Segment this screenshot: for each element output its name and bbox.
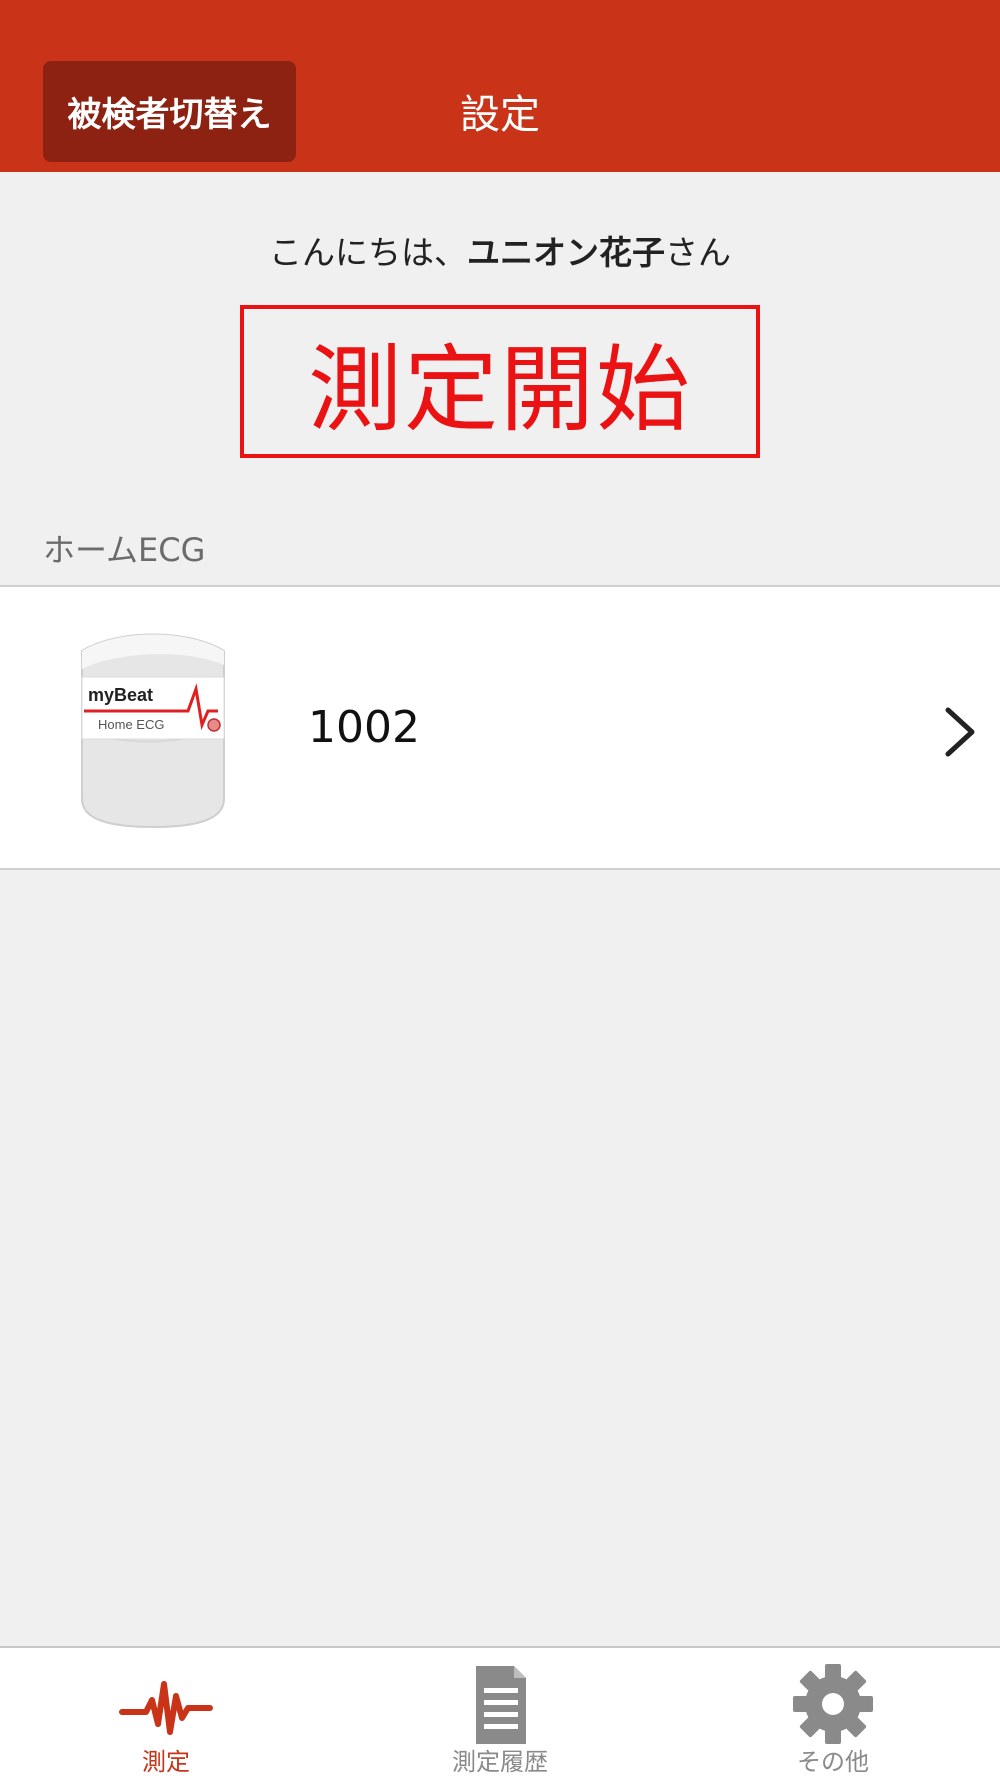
- user-name: ユニオン花子: [467, 233, 665, 272]
- chevron-right-icon[interactable]: [940, 704, 980, 760]
- device-logo-bottom: Home ECG: [98, 717, 164, 732]
- switch-subject-button[interactable]: 被検者切替え: [43, 61, 296, 162]
- device-list-item[interactable]: myBeat Home ECG 1002: [0, 585, 1000, 870]
- app-header: 被検者切替え 設定: [0, 0, 1000, 172]
- start-measurement-button[interactable]: 測定開始: [240, 305, 760, 458]
- bottom-tab-bar: 測定 測定履歴 その他: [0, 1646, 1000, 1778]
- tab-history[interactable]: 測定履歴: [400, 1648, 600, 1778]
- greeting-text: こんにちは、 ユニオン花子 さん: [0, 222, 1000, 278]
- document-icon: [476, 1666, 526, 1744]
- greeting-prefix: こんにちは、: [269, 233, 467, 272]
- greeting-suffix: さん: [665, 233, 731, 272]
- tab-measure-label: 測定: [142, 1748, 190, 1776]
- device-name: 1002: [308, 701, 420, 753]
- settings-title[interactable]: 設定: [400, 80, 600, 142]
- device-logo-top: myBeat: [88, 685, 153, 705]
- tab-other[interactable]: その他: [733, 1648, 933, 1778]
- tab-history-label: 測定履歴: [452, 1748, 548, 1776]
- tab-measure[interactable]: 測定: [66, 1648, 266, 1778]
- tab-other-label: その他: [797, 1748, 869, 1776]
- mybeat-device-image: myBeat Home ECG: [81, 633, 225, 829]
- heartbeat-icon: [119, 1681, 213, 1735]
- gear-icon: [793, 1664, 873, 1744]
- section-label-home-ecg: ホームECG: [43, 531, 206, 569]
